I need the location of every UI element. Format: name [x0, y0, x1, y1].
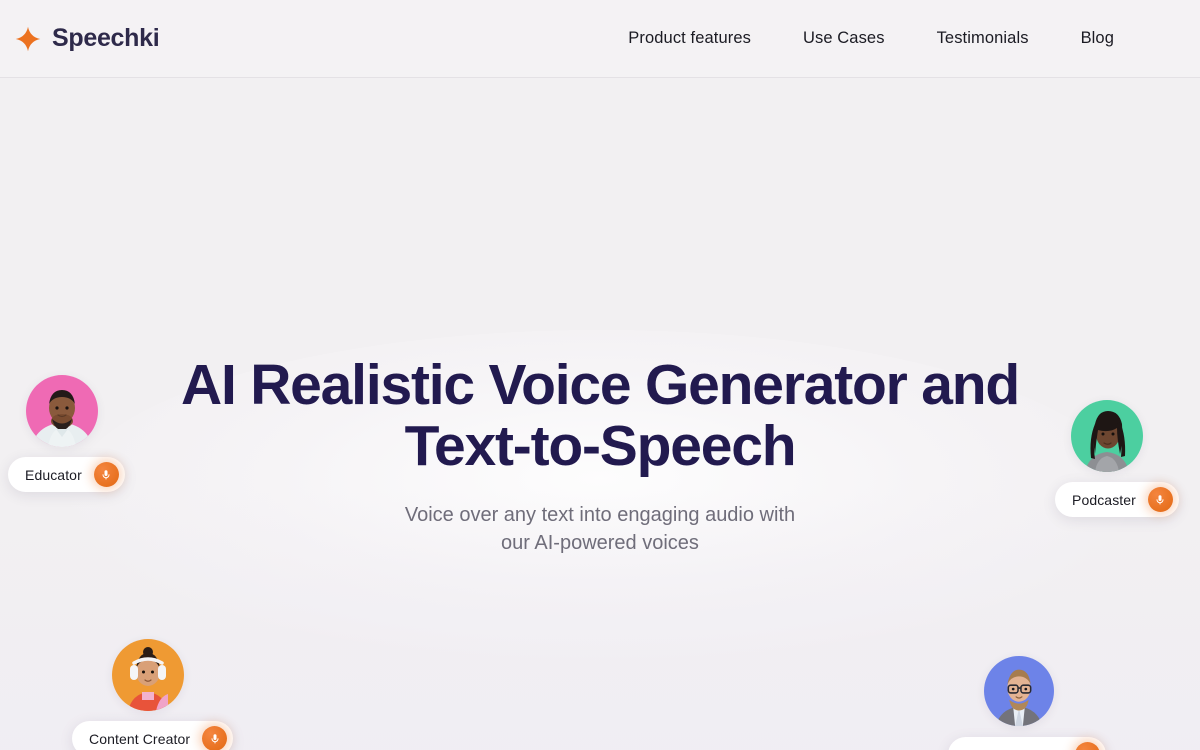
persona-pill-podcaster[interactable]: Podcaster [1055, 482, 1179, 517]
page-title: AI Realistic Voice Generator and Text-to… [170, 355, 1030, 477]
persona-label-content-creator: Content Creator [89, 730, 191, 747]
persona-label-educator: Educator [25, 466, 82, 483]
hero-title-line-1: AI Realistic Voice Generator and [180, 353, 1020, 417]
persona-card-content-creator[interactable]: Content Creator [72, 639, 234, 750]
main-navigation: Product features Use Cases Testimonials … [602, 21, 1140, 56]
avatar-content-creator [112, 639, 184, 711]
avatar-educator [26, 375, 98, 447]
microphone-icon[interactable] [93, 462, 119, 487]
persona-card-podcaster[interactable]: Podcaster [1055, 400, 1179, 517]
nav-blog[interactable]: Blog [1055, 21, 1140, 56]
brand-name: Speechki [52, 24, 160, 52]
brand-logo[interactable]: Speechki [14, 24, 160, 53]
hero-subtitle: Voice over any text into engaging audio … [170, 501, 1030, 558]
nav-product-features[interactable]: Product features [602, 21, 777, 56]
persona-label-curious-person: Curious Person [965, 747, 1063, 750]
persona-pill-curious-person[interactable]: Curious Person [948, 737, 1106, 750]
nav-use-cases[interactable]: Use Cases [777, 21, 911, 56]
site-header: Speechki Product features Use Cases Test… [0, 0, 1200, 78]
microphone-icon[interactable] [1074, 742, 1100, 750]
persona-pill-educator[interactable]: Educator [8, 457, 125, 492]
persona-card-curious-person[interactable]: Curious Person [948, 656, 1106, 750]
nav-testimonials[interactable]: Testimonials [911, 21, 1055, 56]
avatar-curious-person [984, 656, 1054, 726]
sparkle-star-icon [14, 25, 42, 53]
avatar-podcaster [1071, 400, 1143, 472]
persona-label-podcaster: Podcaster [1072, 491, 1136, 508]
hero-subtitle-line-1: Voice over any text into engaging audio … [404, 503, 796, 526]
microphone-icon[interactable] [1147, 487, 1173, 512]
hero-section: AI Realistic Voice Generator and Text-to… [0, 78, 1200, 750]
hero-subtitle-line-2: our AI-powered voices [501, 532, 699, 555]
hero-title-line-2: Text-to-Speech [404, 413, 797, 478]
persona-pill-content-creator[interactable]: Content Creator [72, 721, 234, 750]
persona-card-educator[interactable]: Educator [8, 375, 125, 492]
microphone-icon[interactable] [202, 726, 228, 750]
hero-text-block: AI Realistic Voice Generator and Text-to… [170, 355, 1030, 558]
